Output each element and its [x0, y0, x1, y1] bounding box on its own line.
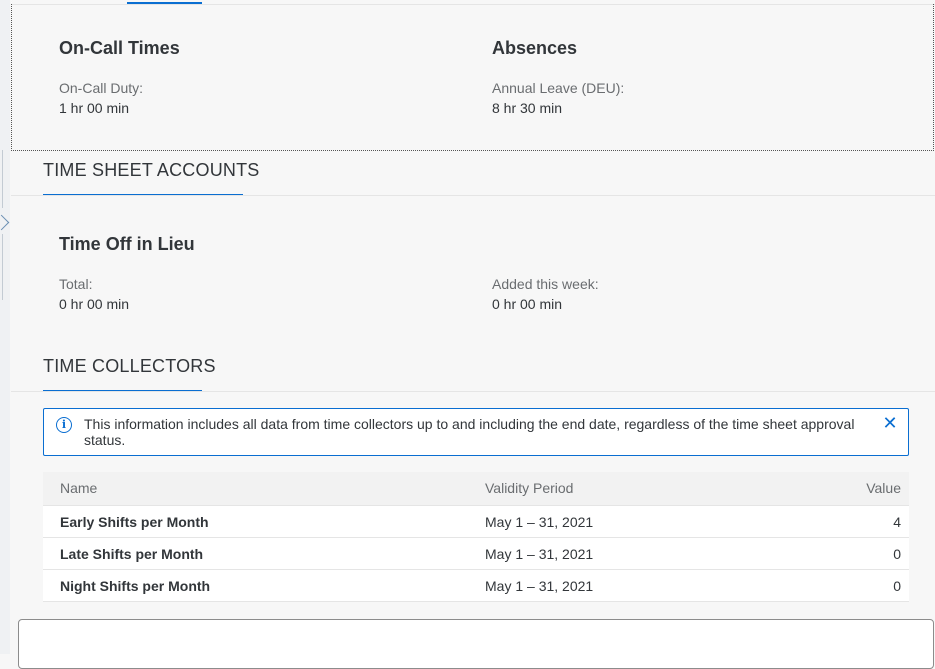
row-value: 4 — [893, 514, 901, 530]
info-message-strip: i This information includes all data fro… — [43, 408, 909, 456]
time-collectors-table: Name Validity Period Value Early Shifts … — [43, 472, 909, 602]
table-header: Name Validity Period Value — [43, 472, 909, 506]
row-validity: May 1 – 31, 2021 — [485, 514, 594, 530]
total-label: Total: — [59, 276, 93, 292]
row-validity: May 1 – 31, 2021 — [485, 546, 594, 562]
row-validity: May 1 – 31, 2021 — [485, 578, 594, 594]
total-value: 0 hr 00 min — [59, 296, 130, 312]
info-message-text: This information includes all data from … — [84, 416, 855, 448]
table-row[interactable]: Late Shifts per Month May 1 – 31, 2021 0 — [43, 538, 909, 570]
close-icon[interactable]: ✕ — [882, 414, 898, 432]
column-header-name[interactable]: Name — [60, 472, 97, 505]
column-header-validity[interactable]: Validity Period — [485, 472, 573, 505]
time-off-in-lieu-title: Time Off in Lieu — [59, 234, 195, 254]
section-divider — [11, 195, 935, 196]
section-divider — [11, 391, 935, 392]
page-content: On-Call Times On-Call Duty: 1 hr 00 min … — [11, 0, 935, 669]
on-call-times-title: On-Call Times — [59, 38, 180, 58]
table-row[interactable]: Early Shifts per Month May 1 – 31, 2021 … — [43, 506, 909, 538]
left-rail — [0, 0, 10, 654]
time-sheet-accounts-header: TIME SHEET ACCOUNTS — [43, 160, 260, 180]
rail-divider — [2, 234, 3, 300]
on-call-duty-value: 1 hr 00 min — [59, 100, 130, 116]
added-this-week-value: 0 hr 00 min — [492, 296, 563, 312]
row-name: Night Shifts per Month — [60, 578, 211, 594]
row-name: Early Shifts per Month — [60, 514, 209, 530]
added-this-week-label: Added this week: — [492, 276, 599, 292]
info-icon: i — [56, 417, 72, 433]
on-call-duty-label: On-Call Duty: — [59, 80, 144, 96]
absences-title: Absences — [492, 38, 578, 58]
time-collectors-header: TIME COLLECTORS — [43, 356, 216, 376]
table-row[interactable]: Night Shifts per Month May 1 – 31, 2021 … — [43, 570, 909, 602]
rail-divider — [2, 150, 3, 208]
row-value: 0 — [893, 578, 901, 594]
annual-leave-label: Annual Leave (DEU): — [492, 80, 625, 96]
annual-leave-value: 8 hr 30 min — [492, 100, 563, 116]
expand-chevron-icon[interactable] — [0, 214, 10, 231]
column-header-value[interactable]: Value — [866, 472, 901, 505]
row-value: 0 — [893, 546, 901, 562]
focused-section — [11, 4, 934, 151]
row-name: Late Shifts per Month — [60, 546, 204, 562]
footer-panel — [18, 619, 934, 669]
